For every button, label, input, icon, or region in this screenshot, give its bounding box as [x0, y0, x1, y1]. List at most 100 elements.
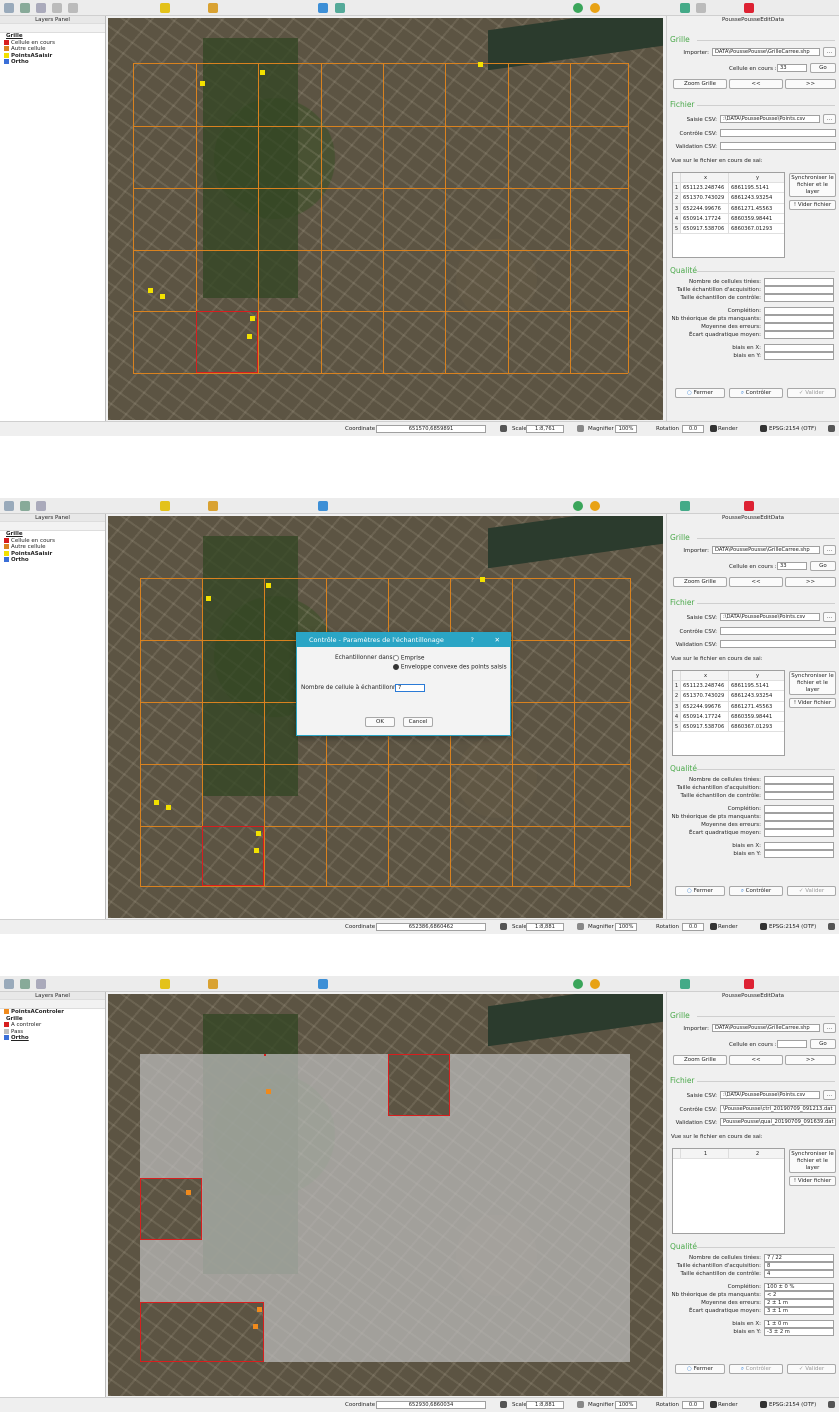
stop-icon[interactable]	[590, 3, 600, 13]
browse-csv-button[interactable]: ...	[823, 1090, 836, 1100]
fermer-button[interactable]: ○ Fermer	[675, 388, 725, 398]
python-icon[interactable]	[160, 501, 170, 511]
add-icon[interactable]	[573, 3, 583, 13]
messages-icon[interactable]	[828, 1401, 835, 1408]
add-icon[interactable]	[573, 979, 583, 989]
valider-button[interactable]: ✓ Valider	[787, 388, 836, 398]
edit-icon[interactable]	[680, 979, 690, 989]
previous-cell-button[interactable]: <<	[729, 1055, 783, 1065]
select-icon[interactable]	[4, 3, 14, 13]
measure-icon[interactable]	[68, 3, 78, 13]
plugin-icon[interactable]	[208, 979, 218, 989]
scale-field[interactable]: 1:8,881	[526, 923, 564, 931]
zoom-grille-button[interactable]: Zoom Grille	[673, 79, 727, 89]
table-row[interactable]: 4 650914.17724 6860359.98441	[673, 711, 784, 722]
cellule-field[interactable]	[777, 1040, 807, 1048]
go-button[interactable]: Go	[810, 1039, 836, 1049]
table-row[interactable]: 1 651123.248746 6861195.5141	[673, 183, 784, 194]
valider-button[interactable]: ✓ Valider	[787, 886, 836, 896]
rotation-field[interactable]: 0.0	[682, 1401, 704, 1409]
help-button[interactable]: ?	[471, 633, 474, 647]
scale-field[interactable]: 1:8,881	[526, 1401, 564, 1409]
messages-icon[interactable]	[828, 923, 835, 930]
plugin-icon[interactable]	[208, 3, 218, 13]
sync-button[interactable]: Synchroniser le fichier et le layer	[789, 173, 836, 197]
scale-icon[interactable]	[500, 425, 507, 432]
chart-icon[interactable]	[744, 501, 754, 511]
render-check-icon[interactable]	[710, 1401, 717, 1408]
controler-button[interactable]: ⌕ Contrôler	[729, 388, 783, 398]
scale-field[interactable]: 1:8,761	[526, 425, 564, 433]
pan-icon[interactable]	[20, 979, 30, 989]
rotation-field[interactable]: 0.0	[682, 425, 704, 433]
importer-field[interactable]: DATA\PoussePousse\GrilleCarree.shp	[712, 546, 820, 554]
sync-button[interactable]: Synchroniser le fichier et le layer	[789, 1149, 836, 1173]
importer-field[interactable]: DATA\PoussePousse\GrilleCarree.shp	[712, 1024, 820, 1032]
cellule-field[interactable]: 33	[777, 64, 807, 72]
stop-icon[interactable]	[590, 979, 600, 989]
ok-button[interactable]: OK	[365, 717, 395, 727]
zoom-icon[interactable]	[36, 3, 46, 13]
layer-item[interactable]: Ortho	[0, 1035, 105, 1042]
coordinate-field[interactable]: 652386,6860462	[376, 923, 486, 931]
column-header[interactable]: x	[681, 671, 729, 681]
python-icon[interactable]	[160, 3, 170, 13]
plugin-icon[interactable]	[208, 501, 218, 511]
previous-cell-button[interactable]: <<	[729, 79, 783, 89]
globe-icon[interactable]	[760, 425, 767, 432]
valider-button[interactable]: ✓ Valider	[787, 1364, 836, 1374]
controler-button[interactable]: ⌕ Contrôler	[729, 1364, 783, 1374]
render-check-icon[interactable]	[710, 425, 717, 432]
browse-csv-button[interactable]: ...	[823, 114, 836, 124]
table-row[interactable]: 2 651370.743029 6861243.93254	[673, 193, 784, 204]
column-header[interactable]: y	[729, 173, 784, 183]
controle-field[interactable]: \PoussePousse\ctrl_20190709_091213.dat	[720, 1105, 836, 1113]
pan-icon[interactable]	[20, 3, 30, 13]
lock-icon[interactable]	[577, 923, 584, 930]
globe-icon[interactable]	[760, 1401, 767, 1408]
fermer-button[interactable]: ○ Fermer	[675, 886, 725, 896]
next-cell-button[interactable]: >>	[785, 79, 836, 89]
next-cell-button[interactable]: >>	[785, 577, 836, 587]
importer-field[interactable]: DATA\PoussePousse\GrilleCarree.shp	[712, 48, 820, 56]
table-row[interactable]: 4 650914.17724 6860359.98441	[673, 213, 784, 224]
previous-cell-button[interactable]: <<	[729, 577, 783, 587]
close-icon[interactable]: ✕	[495, 633, 500, 647]
controle-field[interactable]	[720, 627, 836, 635]
column-header[interactable]: 1	[681, 1149, 729, 1159]
csv-table[interactable]: 12	[672, 1148, 785, 1234]
magnifier-field[interactable]: 100%	[615, 425, 637, 433]
column-header[interactable]: x	[681, 173, 729, 183]
saisie-field[interactable]: :\DATA\PoussePousse\Points.csv	[720, 115, 820, 123]
globe-icon[interactable]	[760, 923, 767, 930]
search-icon[interactable]	[696, 3, 706, 13]
add-icon[interactable]	[573, 501, 583, 511]
scale-icon[interactable]	[500, 923, 507, 930]
identify-icon[interactable]	[52, 3, 62, 13]
fermer-button[interactable]: ○ Fermer	[675, 1364, 725, 1374]
map-canvas[interactable]	[108, 994, 663, 1396]
go-button[interactable]: Go	[810, 561, 836, 571]
go-button[interactable]: Go	[810, 63, 836, 73]
coordinate-field[interactable]: 652930,6860034	[376, 1401, 486, 1409]
clear-file-button[interactable]: ! Vider fichier	[789, 1176, 836, 1186]
option-emprise[interactable]: Emprise	[393, 655, 424, 662]
option-enveloppe[interactable]: Enveloppe convexe des points saisis	[393, 664, 507, 671]
table-row[interactable]: 5 650917.538706 6860367.01293	[673, 721, 784, 733]
lock-icon[interactable]	[577, 425, 584, 432]
python-icon[interactable]	[160, 979, 170, 989]
render-check-icon[interactable]	[710, 923, 717, 930]
saisie-field[interactable]: :\DATA\PoussePousse\Points.csv	[720, 613, 820, 621]
cellule-field[interactable]: 33	[777, 562, 807, 570]
layer-item[interactable]: Ortho	[0, 59, 105, 66]
layer-icon[interactable]	[335, 3, 345, 13]
stop-icon[interactable]	[590, 501, 600, 511]
zoom-icon[interactable]	[36, 979, 46, 989]
saisie-field[interactable]: :\DATA\PoussePousse\Points.csv	[720, 1091, 820, 1099]
messages-icon[interactable]	[828, 425, 835, 432]
column-header[interactable]: y	[729, 671, 784, 681]
select-icon[interactable]	[4, 501, 14, 511]
rotation-field[interactable]: 0.0	[682, 923, 704, 931]
validation-field[interactable]	[720, 142, 836, 150]
edit-icon[interactable]	[680, 3, 690, 13]
